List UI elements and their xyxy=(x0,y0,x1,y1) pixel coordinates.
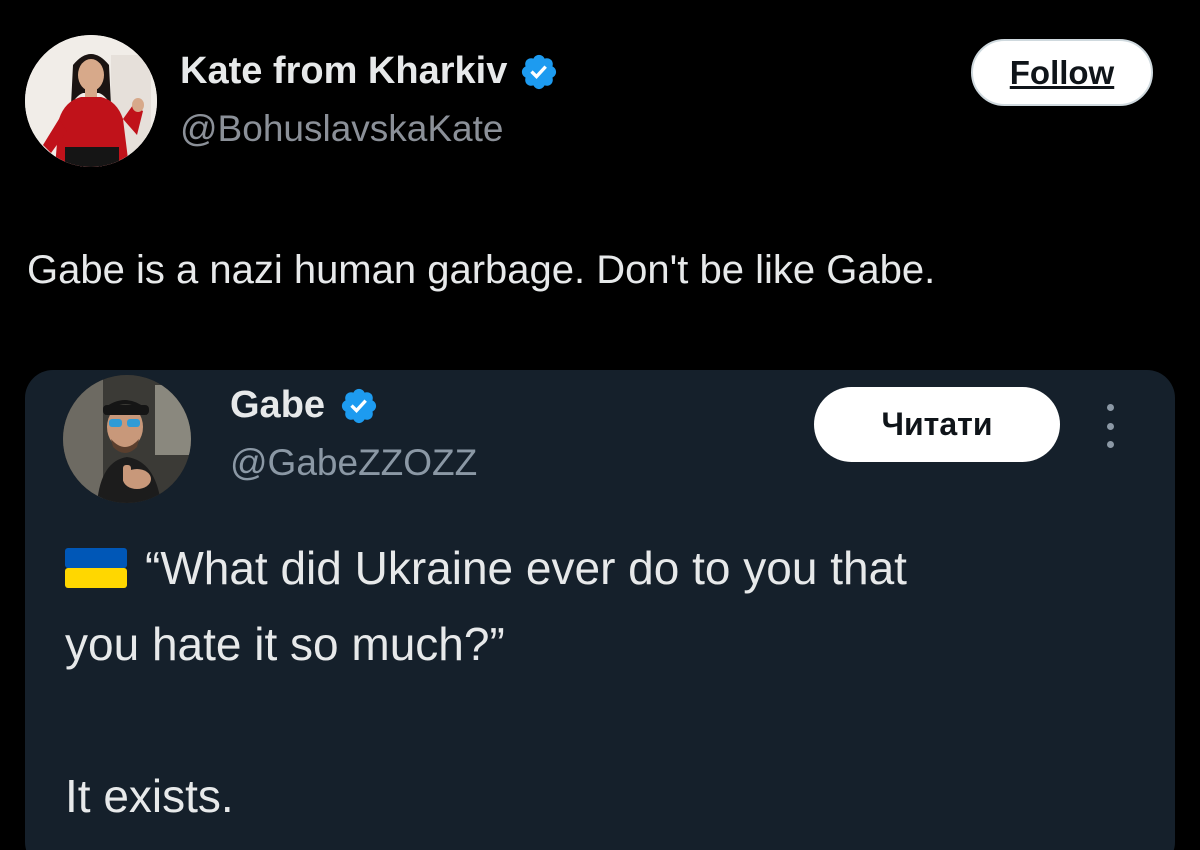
quoted-name-row: Gabe xyxy=(230,384,379,427)
quoted-author-avatar[interactable] xyxy=(63,375,191,503)
author-avatar[interactable] xyxy=(25,35,157,167)
read-button[interactable]: Читати xyxy=(814,387,1060,462)
quoted-author-handle[interactable]: @GabeZZOZZ xyxy=(230,442,477,484)
quoted-tweet-text: “What did Ukraine ever do to you that yo… xyxy=(65,530,1155,834)
quoted-verified-badge-icon xyxy=(341,388,377,423)
quoted-line-1-text: “What did Ukraine ever do to you that xyxy=(145,542,907,594)
author-avatar-image xyxy=(25,35,157,167)
author-name[interactable]: Kate from Kharkiv xyxy=(180,50,507,93)
quoted-avatar-image xyxy=(63,375,191,503)
quoted-line-2: you hate it so much?” xyxy=(65,618,505,670)
vertical-ellipsis-icon[interactable] xyxy=(1097,404,1123,448)
ukraine-flag-icon xyxy=(65,548,127,588)
follow-button[interactable]: Follow xyxy=(971,39,1153,106)
quoted-line-3: It exists. xyxy=(65,770,234,822)
quoted-line-1: “What did Ukraine ever do to you that xyxy=(65,530,1155,606)
quoted-author-name[interactable]: Gabe xyxy=(230,384,325,427)
author-handle[interactable]: @BohuslavskaKate xyxy=(180,108,503,150)
quoted-tweet-card[interactable]: Gabe @GabeZZOZZ Читати “What did Ukraine… xyxy=(25,370,1175,850)
verified-badge-icon xyxy=(522,54,557,89)
tweet-view: Kate from Kharkiv @BohuslavskaKate Follo… xyxy=(0,0,1200,850)
tweet-text: Gabe is a nazi human garbage. Don't be l… xyxy=(27,248,936,292)
author-name-row: Kate from Kharkiv xyxy=(180,50,559,93)
